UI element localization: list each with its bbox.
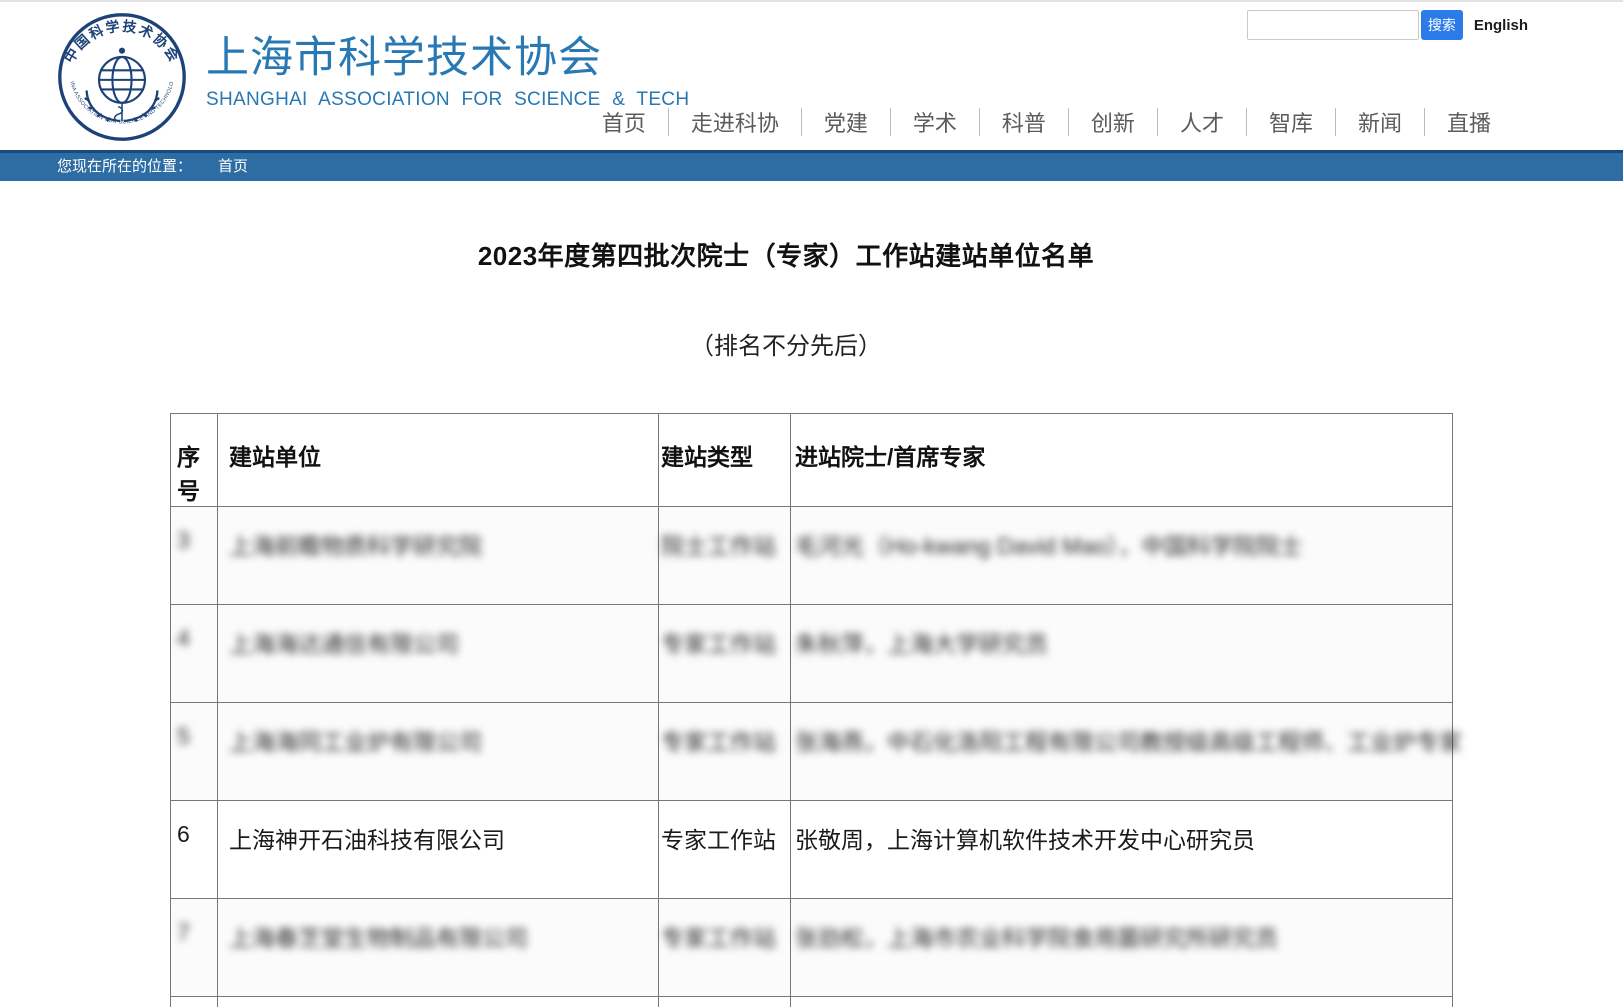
table-row — [171, 997, 1453, 1007]
page-title: 2023年度第四批次院士（专家）工作站建站单位名单 — [170, 238, 1402, 274]
cell-index: 5 — [171, 703, 218, 801]
workstation-table: 序号建站单位建站类型进站院士/首席专家 3 上海前瞻物质科学研究院 院士工作站 … — [170, 413, 1453, 1007]
nav-item-2[interactable]: 走进科协 — [669, 106, 801, 138]
cell-expert — [791, 997, 1453, 1007]
cell-expert: 毛河光（Ho-kwang David Mao），中国科学院院士 — [791, 507, 1453, 605]
breadcrumb-bar: 您现在所在的位置： 首页 — [0, 150, 1623, 181]
breadcrumb-home-link[interactable]: 首页 — [218, 158, 248, 175]
cell-expert: 张敬周，上海计算机软件技术开发中心研究员 — [791, 801, 1453, 899]
cell-type — [659, 997, 791, 1007]
cell-index: 4 — [171, 605, 218, 703]
cell-index: 6 — [171, 801, 218, 899]
breadcrumb-label: 您现在所在的位置： — [57, 158, 192, 175]
column-header-3: 建站类型 — [659, 414, 791, 507]
main-nav: 首页 走进科协 党建 学术 科普 创新 人才 智库 新闻 直播 — [580, 106, 1513, 138]
cell-index — [171, 997, 218, 1007]
table-header-row: 序号建站单位建站类型进站院士/首席专家 — [171, 414, 1453, 507]
logo-star — [119, 48, 125, 54]
site-header: 中国科学技术协会 CHINA ASSOCIATION FOR SCIENCE A… — [0, 2, 1623, 150]
cell-type: 专家工作站 — [659, 899, 791, 997]
english-language-link[interactable]: English — [1474, 17, 1528, 34]
nav-item-9[interactable]: 新闻 — [1336, 106, 1424, 138]
cell-unit — [218, 997, 659, 1007]
nav-item-3[interactable]: 党建 — [802, 106, 890, 138]
search-input[interactable] — [1247, 10, 1419, 40]
nav-item-8[interactable]: 智库 — [1247, 106, 1335, 138]
page: 中国科学技术协会 CHINA ASSOCIATION FOR SCIENCE A… — [0, 0, 1623, 1007]
site-title-zh: 上海市科学技术协会 — [206, 34, 689, 82]
nav-item-7[interactable]: 人才 — [1158, 106, 1246, 138]
cell-unit: 上海海达通信有限公司 — [218, 605, 659, 703]
nav-item-4[interactable]: 学术 — [891, 106, 979, 138]
nav-item-5[interactable]: 科普 — [980, 106, 1068, 138]
table-row: 6 上海神开石油科技有限公司 专家工作站 张敬周，上海计算机软件技术开发中心研究… — [171, 801, 1453, 899]
cell-type: 专家工作站 — [659, 605, 791, 703]
cell-unit: 上海前瞻物质科学研究院 — [218, 507, 659, 605]
table-row: 3 上海前瞻物质科学研究院 院士工作站 毛河光（Ho-kwang David M… — [171, 507, 1453, 605]
column-header-1: 序号 — [171, 414, 218, 507]
cell-expert: 朱秋萍，上海大学研究员 — [791, 605, 1453, 703]
cell-expert: 张海燕，中石化洛阳工程有限公司教授级高级工程师、工业炉专家 — [791, 703, 1453, 801]
column-header-4: 进站院士/首席专家 — [791, 414, 1453, 507]
nav-item-10[interactable]: 直播 — [1425, 106, 1513, 138]
cast-emblem-logo: 中国科学技术协会 CHINA ASSOCIATION FOR SCIENCE A… — [55, 10, 189, 144]
cell-unit: 上海神开石油科技有限公司 — [218, 801, 659, 899]
table-row: 4 上海海达通信有限公司 专家工作站 朱秋萍，上海大学研究员 — [171, 605, 1453, 703]
cell-type: 专家工作站 — [659, 801, 791, 899]
search-area: 搜索 English — [1247, 10, 1528, 40]
cell-type: 专家工作站 — [659, 703, 791, 801]
column-header-2: 建站单位 — [218, 414, 659, 507]
cell-unit: 上海海同工业炉有限公司 — [218, 703, 659, 801]
cell-index: 3 — [171, 507, 218, 605]
cell-expert: 张劲松，上海市农业科学院食用菌研究所研究员 — [791, 899, 1453, 997]
title-wrap: 2023年度第四批次院士（专家）工作站建站单位名单 （排名不分先后） — [170, 238, 1402, 363]
search-button[interactable]: 搜索 — [1421, 10, 1463, 40]
table-row: 5 上海海同工业炉有限公司 专家工作站 张海燕，中石化洛阳工程有限公司教授级高级… — [171, 703, 1453, 801]
page-subtitle: （排名不分先后） — [170, 331, 1402, 363]
main-content: 2023年度第四批次院士（专家）工作站建站单位名单 （排名不分先后） 序号建站单… — [170, 238, 1623, 1007]
cell-index: 7 — [171, 899, 218, 997]
nav-item-1[interactable]: 首页 — [580, 106, 668, 138]
nav-item-6[interactable]: 创新 — [1069, 106, 1157, 138]
table-row: 7 上海春芝堂生物制品有限公司 专家工作站 张劲松，上海市农业科学院食用菌研究所… — [171, 899, 1453, 997]
cell-unit: 上海春芝堂生物制品有限公司 — [218, 899, 659, 997]
cell-type: 院士工作站 — [659, 507, 791, 605]
